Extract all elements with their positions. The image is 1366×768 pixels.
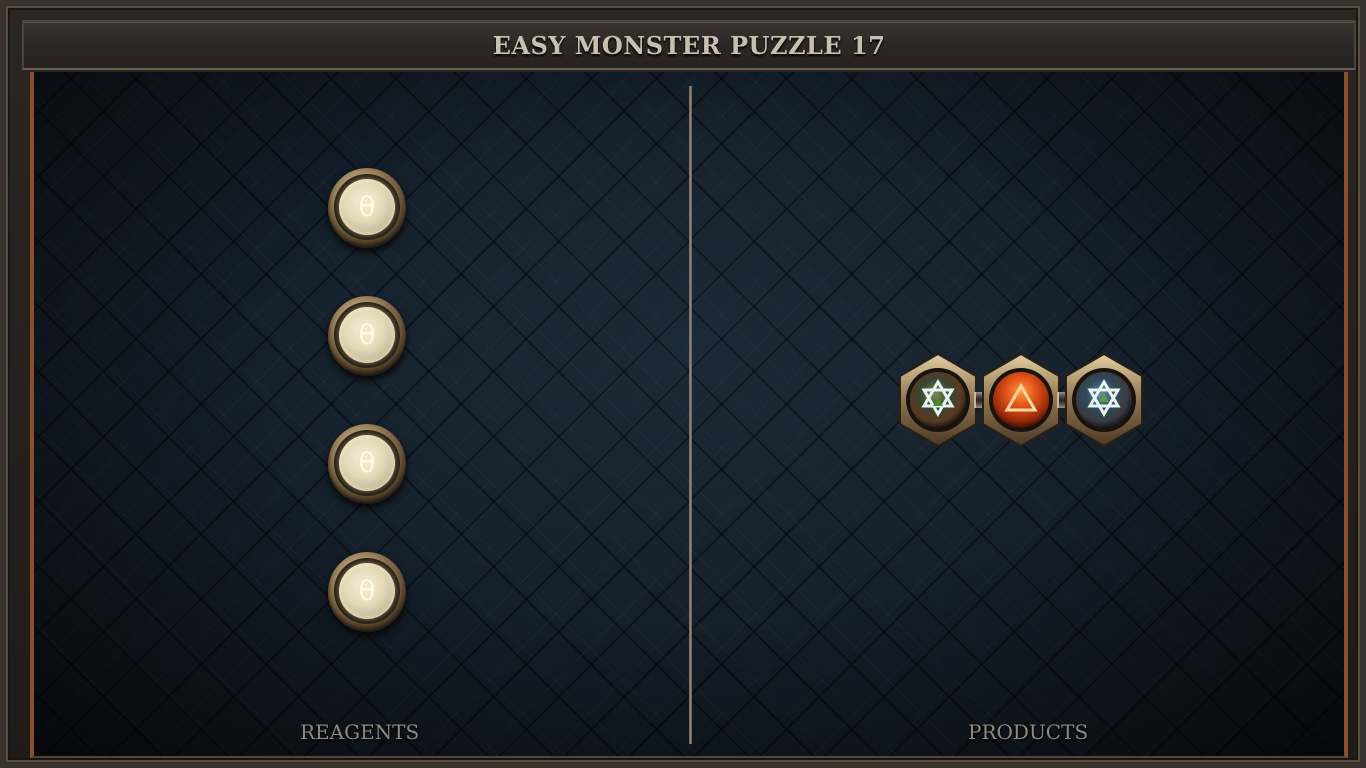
product-molecule[interactable] — [896, 352, 1146, 448]
atom-face: θ — [339, 179, 395, 235]
reagent-atom[interactable]: θ — [328, 552, 406, 632]
atom-face: θ — [339, 435, 395, 491]
salt-glyph-icon: θ — [358, 574, 376, 607]
puzzle-title: EASY MONSTER PUZZLE 17 — [492, 30, 886, 60]
reagent-atom[interactable]: θ — [328, 424, 406, 504]
triangle-icon — [982, 352, 1060, 448]
reagents-label: REAGENTS — [300, 720, 420, 744]
atom-face: θ — [339, 307, 395, 363]
product-atom-center — [979, 352, 1063, 448]
salt-glyph-icon: θ — [358, 190, 376, 223]
salt-glyph-icon: θ — [358, 318, 376, 351]
hexagram-icon — [1065, 352, 1143, 448]
reagent-atom[interactable]: θ — [328, 168, 406, 248]
panel-divider — [689, 86, 692, 744]
product-atom-right — [1062, 352, 1146, 448]
reagent-atom[interactable]: θ — [328, 296, 406, 376]
hexagram-icon — [899, 352, 977, 448]
puzzle-board: θ θ θ θ REAGENTS PRODUCTS — [30, 72, 1348, 758]
atom-face: θ — [339, 563, 395, 619]
salt-glyph-icon: θ — [358, 446, 376, 479]
game-frame: EASY MONSTER PUZZLE 17 θ θ θ θ REAGENTS … — [0, 0, 1366, 768]
products-label: PRODUCTS — [968, 720, 1089, 744]
title-bar: EASY MONSTER PUZZLE 17 — [22, 20, 1356, 70]
product-atom-left — [896, 352, 980, 448]
